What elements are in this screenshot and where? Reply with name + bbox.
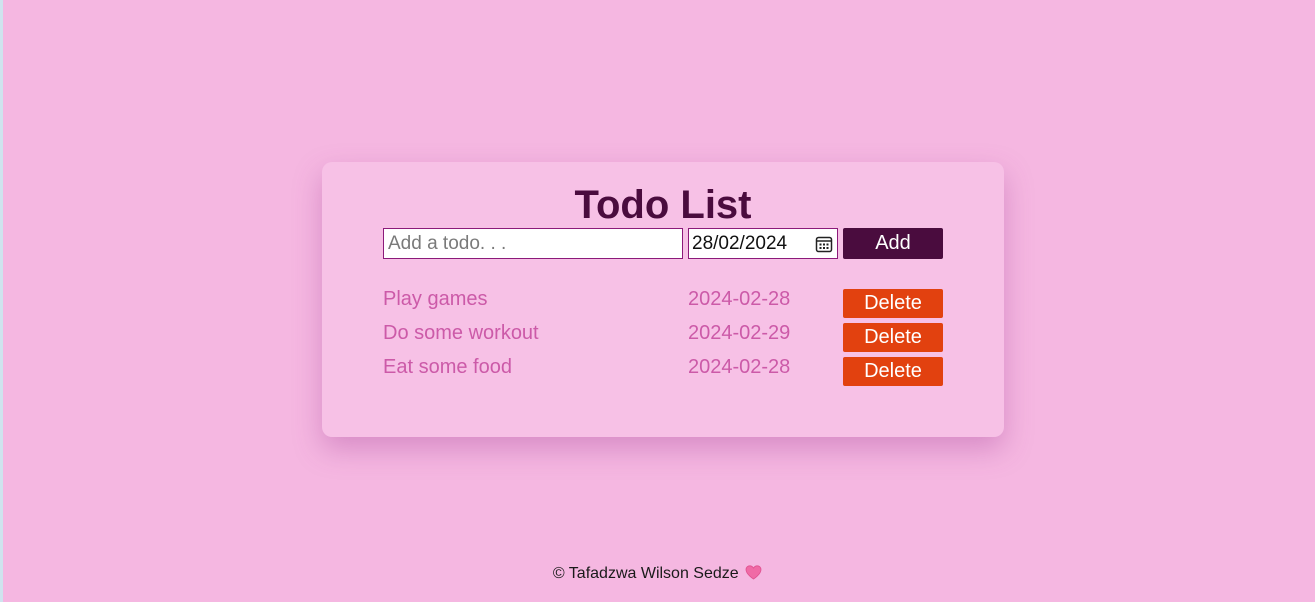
todo-text: Play games <box>383 288 488 310</box>
todo-text: Eat some food <box>383 356 512 378</box>
todo-text: Do some workout <box>383 322 539 344</box>
copyright-text: © Tafadzwa Wilson Sedze <box>552 565 739 582</box>
delete-button[interactable]: Delete <box>843 289 943 318</box>
add-button[interactable]: Add <box>843 228 943 259</box>
todo-card: Todo List 28/02/2024 Add Play games 2024… <box>322 162 1004 437</box>
todo-date: 2024-02-28 <box>688 356 791 378</box>
list-item: Do some workout 2024-02-29 Delete <box>383 320 943 354</box>
todo-date: 2024-02-28 <box>688 288 791 310</box>
list-item: Eat some food 2024-02-28 Delete <box>383 354 943 388</box>
date-input[interactable]: 28/02/2024 <box>688 228 838 259</box>
todo-list: Play games 2024-02-28 Delete Do some wor… <box>383 286 943 388</box>
footer: © Tafadzwa Wilson Sedze <box>0 565 1315 585</box>
page-title: Todo List <box>574 183 752 227</box>
delete-button[interactable]: Delete <box>843 357 943 386</box>
heart-icon <box>745 565 762 585</box>
calendar-icon[interactable] <box>815 235 833 253</box>
list-item: Play games 2024-02-28 Delete <box>383 286 943 320</box>
window-edge <box>0 0 3 602</box>
todo-date: 2024-02-29 <box>688 322 791 344</box>
date-value: 28/02/2024 <box>692 232 788 254</box>
delete-button[interactable]: Delete <box>843 323 943 352</box>
todo-input[interactable] <box>383 228 683 259</box>
